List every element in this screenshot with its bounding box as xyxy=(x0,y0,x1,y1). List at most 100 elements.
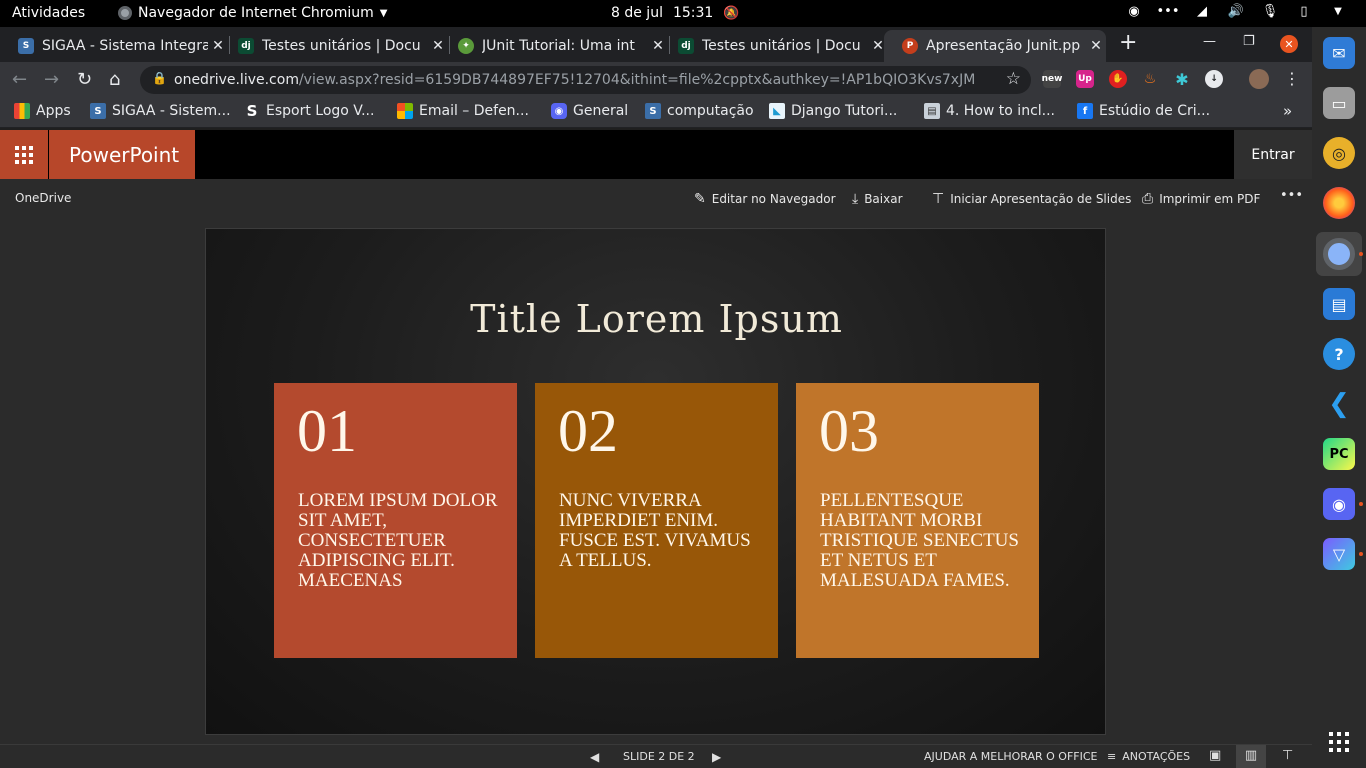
minimize-button[interactable]: — xyxy=(1203,34,1216,49)
system-tray[interactable]: ◉ ••• ◢ 🔊 🎙 ▯ ▼ xyxy=(1126,3,1346,19)
running-indicator xyxy=(1359,502,1363,506)
microphone-icon: 🎙 xyxy=(1261,3,1279,19)
help-improve-office-link[interactable]: AJUDAR A MELHORAR O OFFICE xyxy=(924,750,1098,763)
close-icon[interactable]: ✕ xyxy=(1086,38,1106,54)
browser-tab[interactable]: dj Testes unitários | Docu ✕ xyxy=(220,30,448,62)
card-text: PELLENTESQUE HABITANT MORBI TRISTIQUE SE… xyxy=(820,490,1019,591)
kdenlive-icon[interactable]: ▽ xyxy=(1323,538,1355,570)
pycharm-icon[interactable]: PC xyxy=(1323,438,1355,470)
reading-view-icon[interactable]: ▥ xyxy=(1236,745,1266,768)
print-pdf-button[interactable]: ⎙ Imprimir em PDF xyxy=(1142,191,1260,207)
time-label: 15:31 xyxy=(672,5,714,21)
rhythmbox-icon[interactable]: ◎ xyxy=(1323,137,1355,169)
running-indicator xyxy=(1359,252,1363,256)
notes-label: ANOTAÇÕES xyxy=(1122,750,1191,763)
activities-button[interactable]: Atividades xyxy=(12,5,85,21)
files-icon[interactable]: ▭ xyxy=(1323,87,1355,119)
bookmark-how-to-include[interactable]: ▤ 4. How to incl... xyxy=(924,103,1055,119)
new-tab-button[interactable]: + xyxy=(1119,30,1137,55)
tab-title: JUnit Tutorial: Uma int xyxy=(482,38,635,54)
more-options-button[interactable]: ••• xyxy=(1280,188,1303,203)
bookmark-django-tutorial[interactable]: ◣ Django Tutori... xyxy=(769,103,897,119)
status-bar: ◀ SLIDE 2 DE 2 ▶ AJUDAR A MELHORAR O OFF… xyxy=(0,744,1312,768)
firefox-icon[interactable] xyxy=(1323,187,1355,219)
discord-tray-icon[interactable]: ◉ xyxy=(1126,3,1142,19)
start-slideshow-button[interactable]: ⊤ Iniciar Apresentação de Slides xyxy=(932,191,1131,207)
thunderbird-icon[interactable]: ✉ xyxy=(1323,37,1355,69)
tab-title: Apresentação Junit.pp xyxy=(926,38,1081,54)
more-tray-icon[interactable]: ••• xyxy=(1157,3,1180,19)
show-applications-icon[interactable] xyxy=(1329,732,1349,752)
presentation-icon: ⊤ xyxy=(932,191,945,207)
extension-new-icon[interactable]: new xyxy=(1042,70,1062,88)
app-launcher-button[interactable] xyxy=(0,130,48,179)
tab-title: Testes unitários | Docu xyxy=(262,38,421,54)
extension-gear-icon[interactable]: ✱ xyxy=(1173,70,1191,89)
card-number: 02 xyxy=(558,398,618,464)
app-menu[interactable]: Navegador de Internet Chromium ▼ xyxy=(118,5,387,21)
bookmark-sigaa[interactable]: S SIGAA - Sistem... xyxy=(90,103,231,119)
clock[interactable]: 8 de jul 15:31 🔕 xyxy=(611,5,739,21)
card-text: NUNC VIVERRA IMPERDIET ENIM. FUSCE EST. … xyxy=(559,490,751,571)
close-window-button[interactable]: ✕ xyxy=(1280,35,1298,53)
tab-separator xyxy=(229,36,230,54)
battery-icon: ▯ xyxy=(1300,3,1308,19)
bookmarks-bar: Apps S SIGAA - Sistem... S Esport Logo V… xyxy=(0,96,1312,128)
previous-slide-button[interactable]: ◀ xyxy=(590,750,599,764)
help-icon[interactable]: ? xyxy=(1323,338,1355,370)
office-header: PowerPoint Entrar xyxy=(0,130,1312,179)
powerpoint-favicon: P xyxy=(902,38,918,54)
bookmark-general[interactable]: ◉ General xyxy=(551,103,628,119)
star-icon[interactable]: ☆ xyxy=(1006,69,1021,89)
slide-card-2: 02 NUNC VIVERRA IMPERDIET ENIM. FUSCE ES… xyxy=(535,383,778,658)
app-name[interactable]: PowerPoint xyxy=(49,130,195,179)
bookmark-label: 4. How to incl... xyxy=(946,103,1056,119)
profile-avatar[interactable] xyxy=(1249,69,1269,89)
edit-label: Editar no Navegador xyxy=(711,192,836,206)
more-bookmarks-icon[interactable]: » xyxy=(1283,102,1292,120)
bookmark-esport-logo[interactable]: S Esport Logo V... xyxy=(244,102,375,120)
bookmark-computacao[interactable]: S computação xyxy=(645,103,754,119)
notes-button[interactable]: ≡ ANOTAÇÕES xyxy=(1107,750,1190,763)
dock: ✉ ▭ ◎ ▤ ? ❮ PC ◉ ▽ xyxy=(1312,27,1366,768)
browser-tab[interactable]: dj Testes unitários | Docu ✕ xyxy=(660,30,888,62)
bookmark-label: General xyxy=(573,103,629,119)
bookmark-apps[interactable]: Apps xyxy=(14,103,71,119)
home-icon[interactable]: ⌂ xyxy=(109,69,120,90)
slideshow-view-icon[interactable]: ⊤ xyxy=(1282,748,1293,763)
libreoffice-writer-icon[interactable]: ▤ xyxy=(1323,288,1355,320)
bookmark-estudio[interactable]: f Estúdio de Cri... xyxy=(1077,103,1210,119)
sign-in-button[interactable]: Entrar xyxy=(1234,130,1312,179)
edit-in-browser-button[interactable]: ✎ Editar no Navegador xyxy=(694,191,836,207)
kebab-menu-icon[interactable]: ⋮ xyxy=(1284,69,1300,88)
discord-icon[interactable]: ◉ xyxy=(1323,488,1355,520)
address-bar[interactable]: 🔒 onedrive.live.com /view.aspx?resid=615… xyxy=(140,66,1031,94)
card-number: 01 xyxy=(297,398,357,464)
print-label: Imprimir em PDF xyxy=(1159,192,1261,206)
bird-icon: ◣ xyxy=(769,103,785,119)
maximize-button[interactable]: ❐ xyxy=(1243,34,1255,49)
extension-download-icon[interactable]: ↓ xyxy=(1205,70,1223,88)
next-slide-button[interactable]: ▶ xyxy=(712,750,721,764)
browser-tab[interactable]: ✦ JUnit Tutorial: Uma int ✕ xyxy=(440,30,668,62)
forward-icon[interactable]: → xyxy=(44,69,59,90)
wifi-icon: ◢ xyxy=(1197,3,1207,19)
normal-view-icon[interactable]: ▣ xyxy=(1209,748,1221,763)
back-icon[interactable]: ← xyxy=(12,69,27,90)
reload-icon[interactable]: ↻ xyxy=(77,69,92,90)
extension-stop-icon[interactable]: ✋ xyxy=(1109,70,1127,88)
extension-flame-icon[interactable]: ♨ xyxy=(1141,70,1159,88)
download-label: Baixar xyxy=(864,192,903,206)
browser-tab[interactable]: S SIGAA - Sistema Integra ✕ xyxy=(0,30,228,62)
extension-up-icon[interactable]: Up xyxy=(1076,70,1094,88)
os-top-bar: Atividades Navegador de Internet Chromiu… xyxy=(0,0,1366,27)
download-button[interactable]: ⤓ Baixar xyxy=(852,191,903,207)
lock-icon: 🔒 xyxy=(152,71,167,85)
chromium-dock-icon[interactable] xyxy=(1323,238,1355,270)
breadcrumb[interactable]: OneDrive xyxy=(15,191,71,205)
vscode-icon[interactable]: ❮ xyxy=(1323,388,1355,420)
browser-tab-active[interactable]: P Apresentação Junit.pp ✕ xyxy=(884,30,1106,62)
bookmark-email[interactable]: Email – Defen... xyxy=(397,103,529,119)
slide-indicator: SLIDE 2 DE 2 xyxy=(623,750,695,763)
bookmark-label: Esport Logo V... xyxy=(266,103,375,119)
